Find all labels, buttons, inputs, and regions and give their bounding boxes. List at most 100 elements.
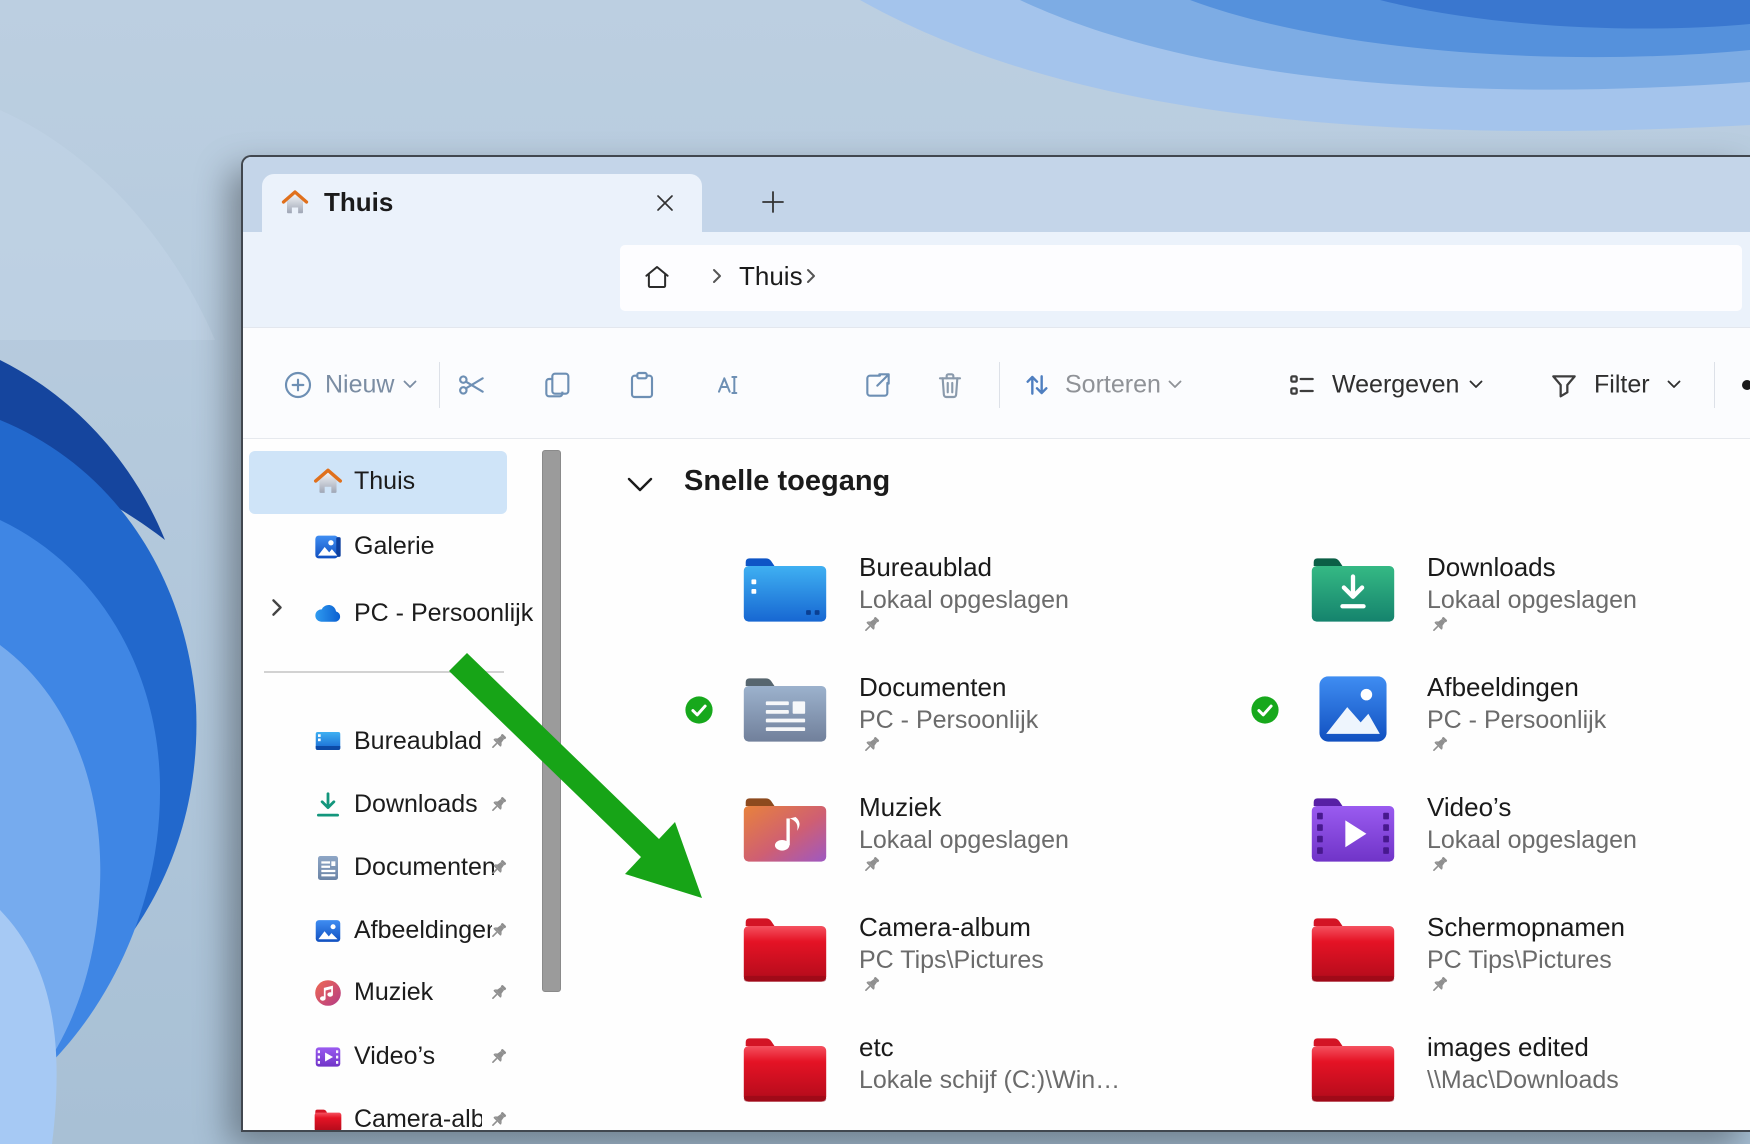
view-icon[interactable]	[1286, 369, 1318, 401]
video-icon	[312, 1041, 344, 1073]
pictures-icon	[1307, 670, 1399, 748]
paste-icon[interactable]	[626, 369, 658, 401]
pin-icon	[1429, 974, 1451, 996]
downloads-folder-icon	[1307, 550, 1399, 628]
breadcrumb-home-icon[interactable]	[642, 262, 672, 292]
see-more-icon[interactable]	[1739, 377, 1750, 393]
music-folder-icon	[739, 790, 831, 868]
tab-title: Thuis	[324, 187, 393, 218]
sync-check-icon	[684, 695, 714, 725]
pin-icon	[1429, 854, 1451, 876]
filter-icon[interactable]	[1548, 369, 1580, 401]
new-tab-icon[interactable]	[760, 189, 786, 215]
tile-name: Afbeeldingen	[1427, 672, 1579, 703]
sort-icon[interactable]	[1021, 369, 1053, 401]
copy-icon[interactable]	[541, 369, 573, 401]
tab-thuis[interactable]: Thuis	[262, 174, 702, 232]
pin-icon	[488, 731, 510, 753]
command-toolbar: Nieuw	[243, 327, 1750, 439]
pin-icon	[1429, 734, 1451, 756]
tile-name: Video’s	[1427, 792, 1511, 823]
tile-subtitle: Lokaal opgeslagen	[1427, 586, 1637, 615]
tile-name: Bureaublad	[859, 552, 992, 583]
sort-button[interactable]: Sorteren	[1065, 371, 1161, 400]
tile-subtitle: PC Tips\Pictures	[859, 946, 1044, 975]
toolbar-divider	[1714, 362, 1715, 408]
tile-subtitle: Lokaal opgeslagen	[1427, 826, 1637, 855]
tile-name: Muziek	[859, 792, 941, 823]
sidebar-item-label: Camera-album	[354, 1105, 482, 1132]
red-folder-icon	[1307, 910, 1399, 988]
tile-subtitle: PC - Persoonlijk	[859, 706, 1038, 735]
pin-icon	[488, 857, 510, 879]
collapse-chevron-icon[interactable]	[627, 477, 653, 493]
video-folder-icon	[1307, 790, 1399, 868]
tile-subtitle: Lokale schijf (C:)\Win…	[859, 1066, 1120, 1095]
desktop-icon	[312, 726, 344, 758]
breadcrumb-chevron-icon[interactable]	[806, 268, 816, 284]
pin-icon	[488, 1109, 510, 1131]
pin-icon	[1429, 614, 1451, 636]
cut-icon[interactable]	[456, 369, 488, 401]
red-folder-icon	[739, 1030, 831, 1108]
pictures-icon	[312, 915, 344, 947]
tile-subtitle: PC - Persoonlijk	[1427, 706, 1606, 735]
sidebar-item-label: Galerie	[354, 532, 534, 561]
tile-subtitle: Lokaal opgeslagen	[859, 826, 1069, 855]
documents-folder-icon	[739, 670, 831, 748]
breadcrumb-item[interactable]: Thuis	[739, 261, 803, 292]
chevron-down-icon[interactable]	[1469, 380, 1483, 389]
tile-name: Camera-album	[859, 912, 1031, 943]
red-folder-icon	[739, 910, 831, 988]
rename-icon[interactable]	[711, 369, 743, 401]
desktop: Thuis	[0, 0, 1750, 1144]
breadcrumb-chevron-icon[interactable]	[712, 268, 722, 284]
sidebar-item-label: Thuis	[354, 467, 534, 496]
pin-icon	[488, 920, 510, 942]
tile-subtitle: Lokaal opgeslagen	[859, 586, 1069, 615]
desktop-folder-icon	[739, 550, 831, 628]
sidebar-scrollbar[interactable]	[542, 450, 561, 992]
section-title[interactable]: Snelle toegang	[684, 465, 890, 498]
chevron-right-icon[interactable]	[271, 598, 283, 617]
pin-icon	[488, 1046, 510, 1068]
sidebar-item-label: Muziek	[354, 978, 494, 1007]
new-icon[interactable]	[282, 369, 314, 401]
pin-icon	[488, 794, 510, 816]
delete-icon[interactable]	[934, 369, 966, 401]
toolbar-divider	[439, 362, 440, 408]
view-button[interactable]: Weergeven	[1332, 371, 1459, 400]
sidebar-item-label: Afbeeldingen	[354, 916, 492, 945]
red-folder-icon	[1307, 1030, 1399, 1108]
gallery-icon	[312, 531, 344, 563]
toolbar-divider	[999, 362, 1000, 408]
address-bar[interactable]: Thuis	[620, 245, 1742, 311]
pin-icon	[861, 854, 883, 876]
tile-name: Downloads	[1427, 552, 1556, 583]
tile-name: images edited	[1427, 1032, 1589, 1063]
sidebar-divider	[264, 671, 504, 673]
pin-icon	[861, 614, 883, 636]
tile-name: etc	[859, 1032, 894, 1063]
music-icon	[312, 977, 344, 1009]
tab-strip: Thuis	[243, 157, 1750, 232]
sidebar-item-label: Video’s	[354, 1042, 494, 1071]
navigation-bar: Thuis	[243, 232, 1750, 327]
document-icon	[312, 852, 344, 884]
pin-icon	[861, 734, 883, 756]
tile-name: Schermopnamen	[1427, 912, 1625, 943]
filter-button[interactable]: Filter	[1594, 371, 1650, 400]
file-explorer-window: Thuis	[241, 155, 1750, 1132]
close-tab-icon[interactable]	[655, 193, 675, 213]
home-icon	[312, 466, 344, 498]
sidebar-item-label: Downloads	[354, 790, 494, 819]
download-icon	[312, 789, 344, 821]
chevron-down-icon[interactable]	[403, 380, 417, 389]
pin-icon	[861, 974, 883, 996]
chevron-down-icon[interactable]	[1667, 380, 1681, 389]
tile-name: Documenten	[859, 672, 1006, 703]
chevron-down-icon[interactable]	[1168, 380, 1182, 389]
sidebar-item-label: Documenten	[354, 853, 494, 882]
new-button[interactable]: Nieuw	[325, 371, 394, 400]
share-icon[interactable]	[862, 369, 894, 401]
